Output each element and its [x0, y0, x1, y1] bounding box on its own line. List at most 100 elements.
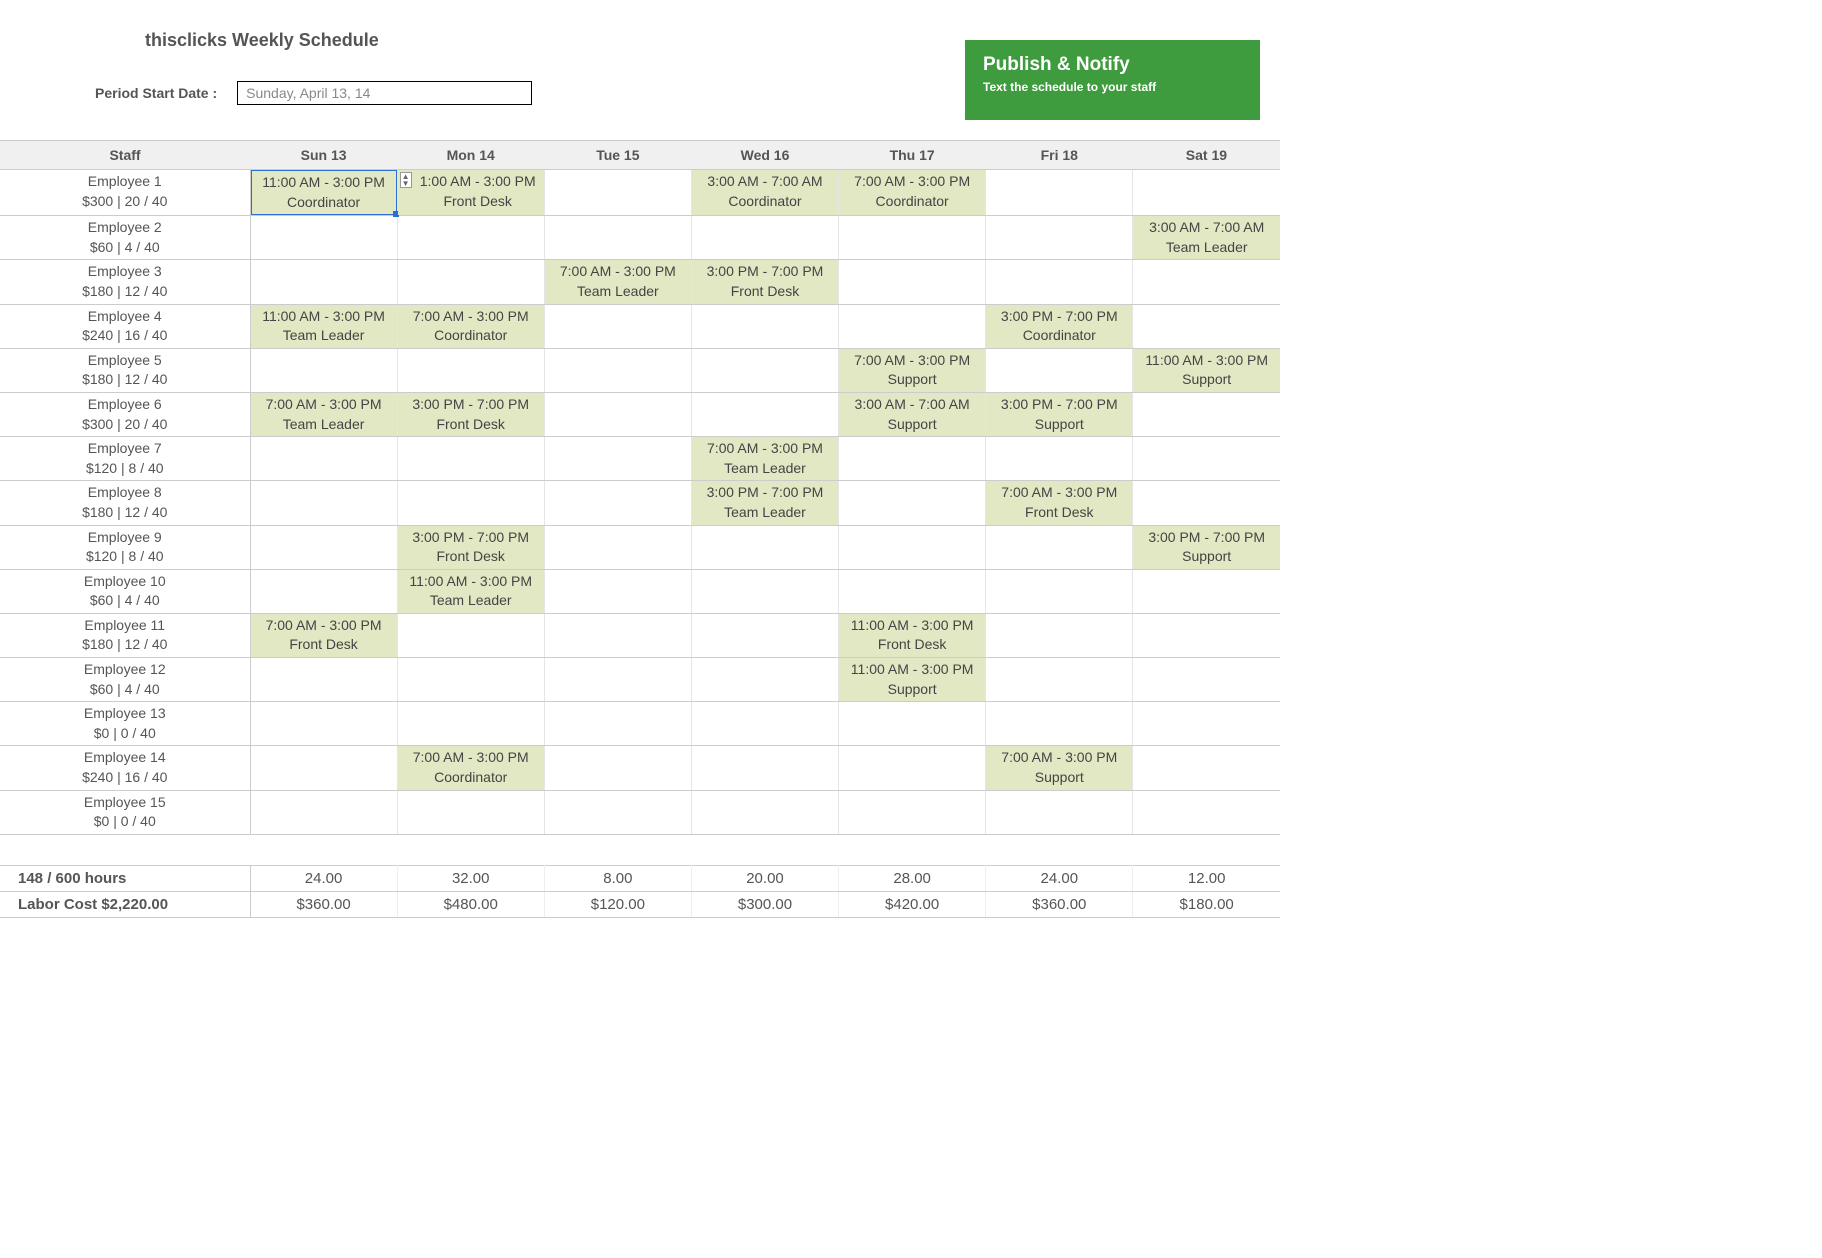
schedule-cell[interactable]	[691, 392, 838, 436]
shift-block[interactable]: 3:00 PM - 7:00 PMFront Desk	[692, 260, 838, 303]
schedule-cell[interactable]	[544, 304, 691, 348]
schedule-cell[interactable]: 7:00 AM - 3:00 PMCoordinator	[839, 170, 986, 216]
schedule-cell[interactable]	[544, 790, 691, 834]
schedule-cell[interactable]	[691, 525, 838, 569]
schedule-cell[interactable]	[397, 348, 544, 392]
schedule-cell[interactable]	[250, 437, 397, 481]
schedule-cell[interactable]: 7:00 AM - 3:00 PMSupport	[839, 348, 986, 392]
schedule-cell[interactable]: 7:00 AM - 3:00 PMTeam Leader	[544, 260, 691, 304]
shift-block[interactable]: 7:00 AM - 3:00 PMSupport	[986, 746, 1132, 789]
schedule-cell[interactable]	[691, 613, 838, 657]
schedule-cell[interactable]	[250, 569, 397, 613]
period-start-input[interactable]	[237, 81, 532, 105]
publish-notify-button[interactable]: Publish & Notify Text the schedule to yo…	[965, 40, 1260, 120]
schedule-cell[interactable]: 7:00 AM - 3:00 PMSupport	[986, 746, 1133, 790]
schedule-cell[interactable]: 3:00 PM - 7:00 PMSupport	[1133, 525, 1280, 569]
schedule-cell[interactable]: 3:00 PM - 7:00 PMCoordinator	[986, 304, 1133, 348]
schedule-cell[interactable]	[986, 525, 1133, 569]
shift-block[interactable]: 11:00 AM - 3:00 PMTeam Leader	[398, 570, 544, 613]
schedule-cell[interactable]	[250, 658, 397, 702]
schedule-cell[interactable]	[397, 216, 544, 260]
schedule-cell[interactable]	[1133, 790, 1280, 834]
shift-block[interactable]: 1:00 AM - 3:00 PMFront Desk	[398, 170, 544, 215]
schedule-cell[interactable]	[397, 481, 544, 525]
schedule-cell[interactable]	[397, 658, 544, 702]
schedule-cell[interactable]: 7:00 AM - 3:00 PMFront Desk	[986, 481, 1133, 525]
schedule-cell[interactable]	[839, 525, 986, 569]
schedule-cell[interactable]	[397, 437, 544, 481]
schedule-cell[interactable]	[544, 525, 691, 569]
schedule-cell[interactable]: 3:00 PM - 7:00 PMFront Desk	[397, 525, 544, 569]
schedule-cell[interactable]	[544, 569, 691, 613]
schedule-cell[interactable]	[544, 216, 691, 260]
schedule-cell[interactable]	[1133, 702, 1280, 746]
schedule-cell[interactable]	[691, 746, 838, 790]
shift-block[interactable]: 11:00 AM - 3:00 PMFront Desk	[839, 614, 985, 657]
schedule-cell[interactable]	[397, 260, 544, 304]
schedule-cell[interactable]	[544, 348, 691, 392]
schedule-cell[interactable]	[986, 437, 1133, 481]
schedule-cell[interactable]	[691, 790, 838, 834]
schedule-cell[interactable]: 11:00 AM - 3:00 PMTeam Leader	[250, 304, 397, 348]
shift-block[interactable]: 3:00 PM - 7:00 PMSupport	[986, 393, 1132, 436]
schedule-cell[interactable]: 3:00 PM - 7:00 PMSupport	[986, 392, 1133, 436]
schedule-cell[interactable]	[986, 170, 1133, 216]
schedule-cell[interactable]	[986, 348, 1133, 392]
schedule-cell[interactable]	[1133, 260, 1280, 304]
shift-block[interactable]: 7:00 AM - 3:00 PMCoordinator	[398, 746, 544, 789]
shift-block[interactable]: 3:00 PM - 7:00 PMFront Desk	[398, 526, 544, 569]
schedule-cell[interactable]: 11:00 AM - 3:00 PMCoordinator	[250, 170, 397, 216]
schedule-cell[interactable]	[250, 348, 397, 392]
schedule-cell[interactable]	[1133, 392, 1280, 436]
schedule-cell[interactable]	[250, 216, 397, 260]
schedule-cell[interactable]: 3:00 AM - 7:00 AMSupport	[839, 392, 986, 436]
schedule-cell[interactable]: 3:00 PM - 7:00 PMFront Desk	[397, 392, 544, 436]
schedule-cell[interactable]	[986, 702, 1133, 746]
schedule-cell[interactable]	[250, 746, 397, 790]
schedule-cell[interactable]	[397, 790, 544, 834]
shift-block[interactable]: 7:00 AM - 3:00 PMTeam Leader	[545, 260, 691, 303]
schedule-cell[interactable]	[1133, 746, 1280, 790]
schedule-cell[interactable]	[544, 746, 691, 790]
shift-block[interactable]: 7:00 AM - 3:00 PMCoordinator	[398, 305, 544, 348]
schedule-cell[interactable]	[250, 790, 397, 834]
schedule-cell[interactable]: 7:00 AM - 3:00 PMCoordinator	[397, 746, 544, 790]
shift-block[interactable]: 3:00 PM - 7:00 PMFront Desk	[398, 393, 544, 436]
shift-block[interactable]: 7:00 AM - 3:00 PMFront Desk	[986, 481, 1132, 524]
schedule-cell[interactable]	[397, 702, 544, 746]
schedule-cell[interactable]: 3:00 PM - 7:00 PMFront Desk	[691, 260, 838, 304]
schedule-cell[interactable]	[986, 790, 1133, 834]
schedule-cell[interactable]: 3:00 AM - 7:00 AMCoordinator	[691, 170, 838, 216]
schedule-cell[interactable]	[250, 702, 397, 746]
schedule-cell[interactable]: 3:00 AM - 7:00 AMTeam Leader	[1133, 216, 1280, 260]
schedule-cell[interactable]	[839, 702, 986, 746]
shift-block[interactable]: 7:00 AM - 3:00 PMCoordinator	[839, 170, 985, 215]
schedule-cell[interactable]	[839, 746, 986, 790]
schedule-cell[interactable]	[691, 216, 838, 260]
schedule-cell[interactable]	[1133, 613, 1280, 657]
schedule-cell[interactable]	[250, 525, 397, 569]
shift-block[interactable]: 11:00 AM - 3:00 PMCoordinator	[251, 170, 397, 215]
shift-block[interactable]: 7:00 AM - 3:00 PMTeam Leader	[251, 393, 397, 436]
schedule-cell[interactable]	[839, 481, 986, 525]
schedule-cell[interactable]	[1133, 481, 1280, 525]
shift-block[interactable]: 3:00 AM - 7:00 AMTeam Leader	[1133, 216, 1280, 259]
schedule-cell[interactable]: 3:00 PM - 7:00 PMTeam Leader	[691, 481, 838, 525]
shift-block[interactable]: 3:00 AM - 7:00 AMSupport	[839, 393, 985, 436]
schedule-cell[interactable]	[839, 569, 986, 613]
shift-block[interactable]: 3:00 PM - 7:00 PMTeam Leader	[692, 481, 838, 524]
schedule-cell[interactable]	[1133, 658, 1280, 702]
schedule-cell[interactable]	[544, 170, 691, 216]
shift-block[interactable]: 11:00 AM - 3:00 PMSupport	[839, 658, 985, 701]
schedule-cell[interactable]	[691, 569, 838, 613]
schedule-cell[interactable]	[1133, 569, 1280, 613]
shift-block[interactable]: 11:00 AM - 3:00 PMTeam Leader	[251, 305, 397, 348]
schedule-cell[interactable]	[986, 216, 1133, 260]
schedule-cell[interactable]	[691, 348, 838, 392]
schedule-cell[interactable]	[1133, 304, 1280, 348]
schedule-cell[interactable]	[691, 702, 838, 746]
shift-block[interactable]: 3:00 PM - 7:00 PMSupport	[1133, 526, 1280, 569]
schedule-cell[interactable]: 7:00 AM - 3:00 PMTeam Leader	[250, 392, 397, 436]
schedule-cell[interactable]	[986, 260, 1133, 304]
schedule-cell[interactable]: 7:00 AM - 3:00 PMFront Desk	[250, 613, 397, 657]
